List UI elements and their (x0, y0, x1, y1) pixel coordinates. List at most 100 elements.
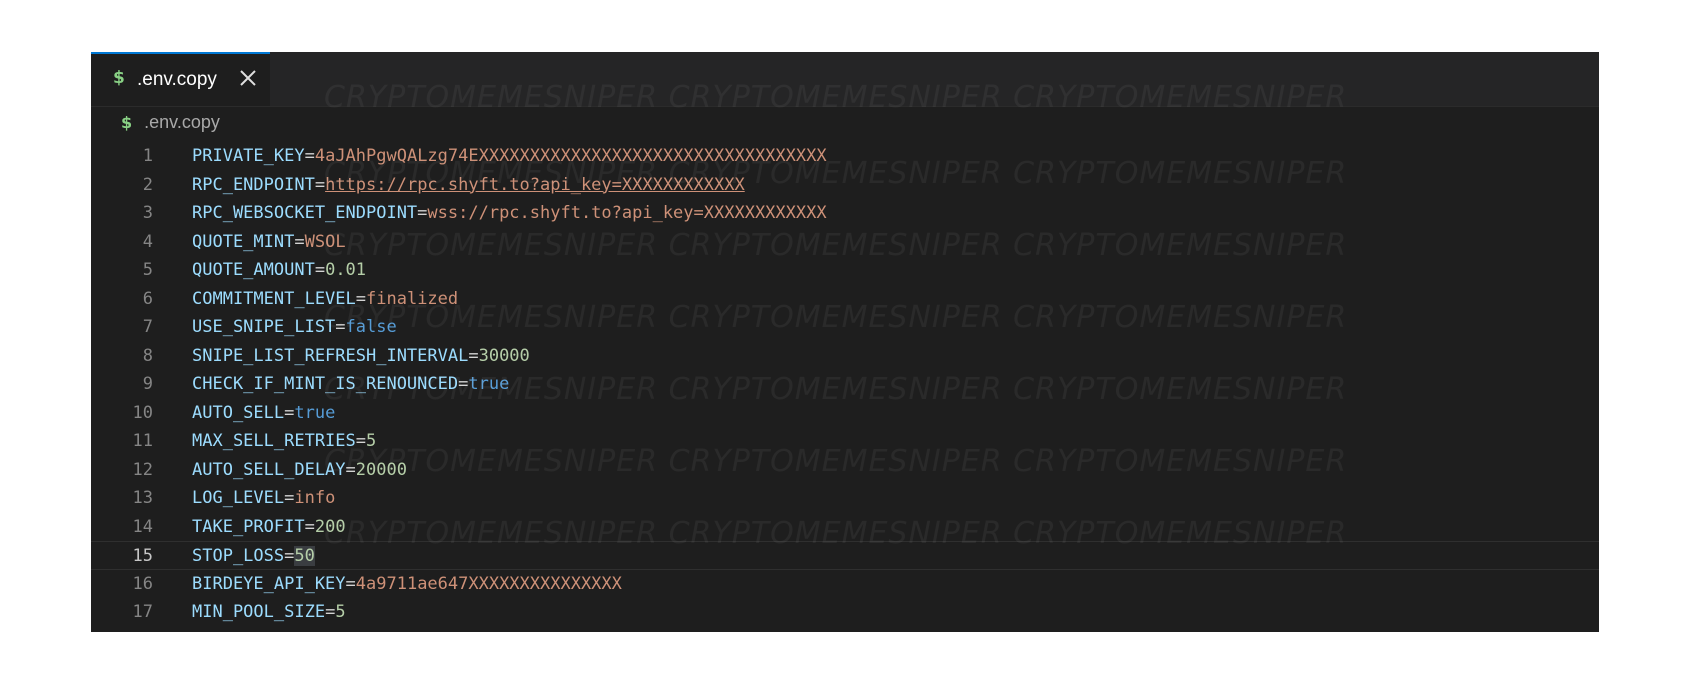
dollar-sign-icon: $ (113, 68, 125, 88)
env-value: 5 (366, 431, 377, 451)
env-value: false (345, 317, 397, 337)
env-key: AUTO_SELL (192, 402, 285, 423)
breadcrumb-label: .env.copy (144, 112, 220, 132)
env-key: QUOTE_AMOUNT (192, 260, 315, 280)
line-content: AUTO_SELL=true (192, 399, 335, 428)
equals-sign: = (284, 488, 295, 508)
tab-label: .env.copy (137, 69, 217, 90)
env-value: 200 (314, 516, 346, 537)
equals-sign: = (294, 231, 305, 252)
equals-sign: = (417, 203, 428, 223)
equals-sign: = (468, 345, 479, 366)
env-key: MAX_SELL_RETRIES (192, 431, 356, 451)
env-key: STOP_LOSS (192, 546, 285, 566)
env-value: 20000 (355, 459, 407, 480)
env-value: true (468, 374, 510, 394)
equals-sign: = (284, 402, 295, 423)
env-value: 50 (294, 546, 315, 566)
tab-bar: $ .env.copy (91, 52, 1599, 107)
code-line[interactable]: 9 CHECK_IF_MINT_IS_RENOUNCED=true (91, 370, 1599, 399)
env-key: RPC_WEBSOCKET_ENDPOINT (192, 203, 418, 223)
code-line[interactable]: 1 PRIVATE_KEY=4aJAhPgwQALzg74EXXXXXXXXXXX… (91, 142, 1599, 171)
line-number: 3 (142, 203, 153, 223)
env-key: LOG_LEVEL (192, 488, 285, 508)
line-content: TAKE_PROFIT=200 (192, 513, 346, 542)
line-content: PRIVATE_KEY=4aJAhPgwQALzg74EXXXXXXXXXXXX… (192, 142, 827, 171)
env-key: SNIPE_LIST_REFRESH_INTERVAL (192, 345, 469, 366)
line-content: RPC_ENDPOINT=https://rpc.shyft.to?api_ke… (192, 171, 745, 200)
equals-sign: = (314, 174, 326, 195)
tab-env-copy[interactable]: $ .env.copy (91, 52, 270, 106)
equals-sign: = (284, 546, 295, 566)
line-content: CHECK_IF_MINT_IS_RENOUNCED=true (192, 370, 509, 399)
line-number: 13 (132, 488, 153, 508)
line-content: QUOTE_AMOUNT=0.01 (192, 256, 366, 285)
code-line[interactable]: 16 BIRDEYE_API_KEY=4a9711ae647XXXXXXXXXXX… (91, 570, 1599, 599)
code-area[interactable]: 1 PRIVATE_KEY=4aJAhPgwQALzg74EXXXXXXXXXXX… (91, 142, 1599, 627)
env-value: 0.01 (325, 260, 367, 280)
env-value: 4aJAhPgwQALzg74EXXXXXXXXXXXXXXXXXXXXXXXX… (314, 146, 827, 166)
env-value: finalized (366, 288, 459, 309)
code-line[interactable]: 8 SNIPE_LIST_REFRESH_INTERVAL=30000 (91, 342, 1599, 371)
env-key: AUTO_SELL_DELAY (192, 459, 346, 480)
line-content: MAX_SELL_RETRIES=5 (192, 427, 376, 456)
equals-sign: = (458, 374, 469, 394)
line-content: SNIPE_LIST_REFRESH_INTERVAL=30000 (192, 342, 530, 371)
code-line[interactable]: 6 COMMITMENT_LEVEL=finalized (91, 285, 1599, 314)
code-line[interactable]: 15 STOP_LOSS=50 (91, 541, 1599, 570)
env-key: QUOTE_MINT (192, 231, 295, 252)
line-number: 14 (132, 516, 153, 537)
breadcrumb[interactable]: $ .env.copy (121, 112, 220, 138)
line-number: 4 (142, 231, 153, 252)
code-line[interactable]: 2 RPC_ENDPOINT=https://rpc.shyft.to?api_k… (91, 171, 1599, 200)
code-line[interactable]: 13 LOG_LEVEL=info (91, 484, 1599, 513)
line-number: 2 (142, 174, 153, 195)
equals-sign: = (345, 459, 356, 480)
env-key: BIRDEYE_API_KEY (192, 573, 346, 594)
code-line[interactable]: 7 USE_SNIPE_LIST=false (91, 313, 1599, 342)
env-value: 5 (335, 602, 346, 622)
line-content: STOP_LOSS=50 (192, 542, 315, 571)
line-number: 7 (142, 317, 153, 337)
code-line[interactable]: 4 QUOTE_MINT=WSOL (91, 228, 1599, 257)
line-number: 17 (132, 602, 153, 622)
code-line[interactable]: 12 AUTO_SELL_DELAY=20000 (91, 456, 1599, 485)
code-line[interactable]: 3 RPC_WEBSOCKET_ENDPOINT=wss://rpc.shyft.… (91, 199, 1599, 228)
line-content: USE_SNIPE_LIST=false (192, 313, 397, 342)
equals-sign: = (304, 516, 315, 537)
line-content: RPC_WEBSOCKET_ENDPOINT=wss://rpc.shyft.t… (192, 199, 827, 228)
env-key: RPC_ENDPOINT (192, 174, 315, 195)
code-line[interactable]: 10 AUTO_SELL=true (91, 399, 1599, 428)
line-content: LOG_LEVEL=info (192, 484, 335, 513)
line-content: BIRDEYE_API_KEY=4a9711ae647XXXXXXXXXXXXX… (192, 570, 622, 599)
equals-sign: = (355, 288, 367, 309)
env-value: 4a9711ae647XXXXXXXXXXXXXXX (355, 573, 622, 594)
close-icon[interactable] (236, 66, 260, 90)
line-content: AUTO_SELL_DELAY=20000 (192, 456, 407, 485)
line-content: QUOTE_MINT=WSOL (192, 228, 346, 257)
equals-sign: = (314, 260, 326, 280)
line-number: 10 (132, 402, 153, 423)
code-line[interactable]: 17 MIN_POOL_SIZE=5 (91, 598, 1599, 627)
line-content: COMMITMENT_LEVEL=finalized (192, 285, 458, 314)
env-value: WSOL (304, 231, 346, 252)
env-value: true (294, 402, 336, 423)
code-line[interactable]: 5 QUOTE_AMOUNT=0.01 (91, 256, 1599, 285)
line-number: 15 (132, 546, 153, 566)
env-value: 30000 (478, 345, 530, 366)
env-value-link[interactable]: https://rpc.shyft.to?api_key=XXXXXXXXXXX… (325, 175, 745, 195)
line-number: 9 (142, 374, 153, 394)
code-line[interactable]: 11 MAX_SELL_RETRIES=5 (91, 427, 1599, 456)
line-number: 8 (142, 345, 153, 366)
code-line[interactable]: 14 TAKE_PROFIT=200 (91, 513, 1599, 542)
line-number: 16 (132, 573, 153, 594)
line-number: 12 (132, 459, 153, 480)
env-key: COMMITMENT_LEVEL (192, 288, 356, 309)
line-number: 11 (132, 431, 153, 451)
equals-sign: = (345, 573, 356, 594)
line-number: 6 (142, 288, 153, 309)
code-editor[interactable]: $ .env.copy $ .env.copy 1 PRIVATE_KEY=4aJA… (91, 52, 1599, 632)
env-key: MIN_POOL_SIZE (192, 602, 326, 622)
equals-sign: = (325, 602, 336, 622)
line-number: 1 (142, 146, 153, 166)
